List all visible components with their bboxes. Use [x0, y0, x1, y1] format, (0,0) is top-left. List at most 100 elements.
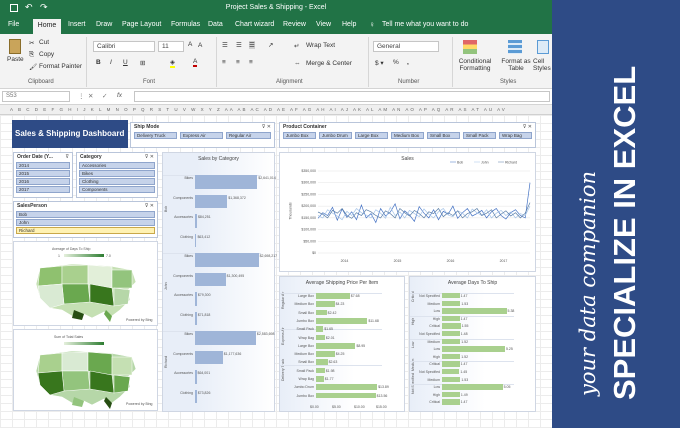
filter-icon[interactable]: ⊽ ✕: [523, 124, 532, 130]
brush-icon[interactable]: 🖌: [29, 63, 37, 71]
bar[interactable]: [195, 272, 226, 287]
bar[interactable]: [195, 253, 259, 267]
align-bottom-icon[interactable]: ☰: [249, 41, 255, 49]
slicer-item[interactable]: Medium Box: [391, 132, 424, 139]
slicer-item[interactable]: 2014: [16, 162, 70, 169]
merge-center-button[interactable]: Merge & Center: [306, 60, 352, 67]
font-size-dropdown[interactable]: 11: [158, 41, 184, 52]
bar[interactable]: [316, 392, 376, 399]
fill-color-icon[interactable]: ◈: [170, 58, 175, 68]
bar[interactable]: [195, 233, 197, 248]
menu-help[interactable]: Help: [342, 21, 356, 28]
slicer-item[interactable]: Jumbo Drum: [319, 132, 352, 139]
slicer-item[interactable]: Small Box: [427, 132, 460, 139]
bar[interactable]: [442, 376, 461, 382]
series-line-richard[interactable]: [317, 202, 531, 219]
cell-styles-button[interactable]: Cell Styles: [533, 58, 551, 72]
align-left-icon[interactable]: ≡: [222, 59, 226, 66]
bar[interactable]: [316, 293, 350, 299]
bar[interactable]: [442, 384, 503, 390]
align-center-icon[interactable]: ≡: [236, 59, 240, 66]
shrink-font-icon[interactable]: A: [198, 42, 202, 49]
underline-icon[interactable]: U: [123, 59, 128, 66]
bar[interactable]: [442, 308, 507, 314]
menu-view[interactable]: View: [316, 21, 331, 28]
cell-styles-icon[interactable]: [537, 40, 549, 54]
align-middle-icon[interactable]: ☰: [236, 41, 242, 49]
conditional-formatting-icon[interactable]: [463, 40, 477, 54]
menu-draw[interactable]: Draw: [96, 21, 112, 28]
column-headers[interactable]: A B C D E F G H I J K L M N O P Q R S T …: [0, 105, 552, 115]
slicer-item[interactable]: Express Air: [180, 132, 223, 139]
wrap-text-button[interactable]: Wrap Text: [306, 42, 335, 49]
format-painter-button[interactable]: Format Painter: [39, 63, 82, 70]
font-color-icon[interactable]: A: [193, 58, 198, 67]
bar[interactable]: [316, 351, 335, 357]
slicer-item[interactable]: 2015: [16, 170, 70, 177]
slicer-item[interactable]: Bikes: [79, 170, 155, 177]
paste-button[interactable]: Paste: [7, 56, 24, 63]
bar[interactable]: [316, 326, 324, 332]
enter-icon[interactable]: ✓: [102, 92, 107, 100]
name-box[interactable]: S53: [2, 91, 70, 102]
chart-avg-days-to-ship[interactable]: Average Days To Ship Critical High Low Medi…: [409, 276, 536, 412]
currency-icon[interactable]: $ ▾: [375, 59, 384, 67]
percent-icon[interactable]: %: [393, 59, 399, 66]
menu-file[interactable]: File: [8, 21, 19, 28]
bar[interactable]: [442, 300, 461, 306]
slicer-item[interactable]: Clothing: [79, 178, 155, 185]
bar[interactable]: [442, 293, 460, 299]
scissors-icon[interactable]: ✂: [29, 39, 34, 47]
slicer-item[interactable]: 2017: [16, 186, 70, 193]
bar[interactable]: [195, 389, 197, 404]
filter-icon[interactable]: ⊽ ✕: [262, 124, 271, 130]
map-total-sales[interactable]: Sum of Total Sales Powered by Bing: [13, 329, 158, 411]
bar[interactable]: [195, 350, 223, 365]
menu-review[interactable]: Review: [283, 21, 306, 28]
bar[interactable]: [316, 367, 325, 374]
filter-icon[interactable]: ⊽ ✕: [145, 203, 154, 209]
slicer-item[interactable]: Accessories: [79, 162, 155, 169]
chart-sales[interactable]: Sales Thousands $350,000 $300,000 $250,000…: [279, 152, 536, 272]
bar[interactable]: [316, 301, 335, 308]
bar[interactable]: [316, 317, 368, 324]
comma-icon[interactable]: ,: [407, 59, 409, 66]
chart-avg-shipping-price[interactable]: Average Shipping Price Per Item Regular …: [279, 276, 405, 412]
menu-data[interactable]: Data: [208, 21, 223, 28]
font-name-dropdown[interactable]: Calibri: [93, 41, 155, 52]
align-top-icon[interactable]: ☰: [222, 41, 228, 49]
slicer-item[interactable]: Components: [79, 186, 155, 193]
menu-home[interactable]: Home: [33, 19, 61, 34]
chart-sales-by-category[interactable]: Sales by Category Bob John Richard Bikes $2,…: [162, 152, 277, 412]
bar[interactable]: [442, 346, 505, 352]
bar[interactable]: [442, 369, 460, 375]
fx-icon[interactable]: fx: [117, 92, 122, 99]
bar[interactable]: [316, 309, 327, 316]
menu-insert[interactable]: Insert: [68, 21, 86, 28]
slicer-item[interactable]: Regular Air: [226, 132, 271, 139]
bar[interactable]: [316, 342, 356, 349]
slicer-item[interactable]: Bob: [16, 211, 155, 218]
bar[interactable]: [316, 359, 328, 366]
slicer-item[interactable]: Small Pack: [463, 132, 496, 139]
align-right-icon[interactable]: ≡: [249, 59, 253, 66]
bar[interactable]: [195, 370, 197, 384]
bar[interactable]: [195, 214, 197, 228]
number-format-dropdown[interactable]: General: [373, 41, 439, 52]
bar[interactable]: [316, 384, 378, 391]
bar[interactable]: [442, 353, 461, 360]
grow-font-icon[interactable]: A: [188, 41, 192, 48]
menu-page-layout[interactable]: Page Layout: [122, 21, 161, 28]
copy-icon[interactable]: ⎘: [29, 51, 34, 59]
slicer-item[interactable]: Wrap Bag: [499, 132, 532, 139]
format-as-table-button[interactable]: Format as Table: [500, 58, 532, 72]
bar[interactable]: [442, 331, 460, 337]
bar[interactable]: [195, 194, 228, 209]
italic-icon[interactable]: I: [110, 59, 112, 66]
slicer-item[interactable]: 2016: [16, 178, 70, 185]
copy-button[interactable]: Copy: [39, 51, 54, 58]
filter-icon[interactable]: ⊽: [65, 154, 69, 160]
cancel-icon[interactable]: ✕: [88, 92, 93, 100]
bar[interactable]: [442, 338, 461, 344]
bar[interactable]: [195, 311, 197, 326]
